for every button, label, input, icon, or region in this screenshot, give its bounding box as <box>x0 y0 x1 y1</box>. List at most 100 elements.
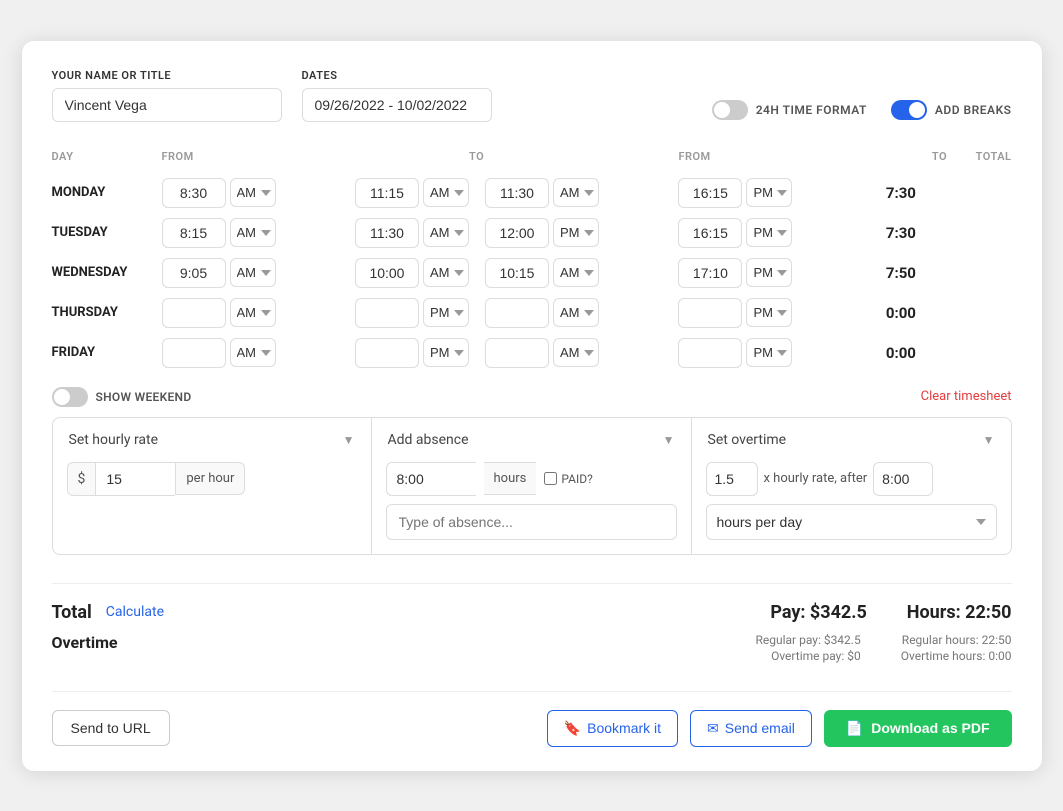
to1-ampm-select[interactable]: AM PM <box>423 298 469 327</box>
table-row: THURSDAY AM PM AM PM <box>52 293 1012 333</box>
from1-ampm-select[interactable]: AM PM <box>230 338 276 367</box>
per-hour-label: per hour <box>175 462 245 495</box>
show-weekend-toggle[interactable]: SHOW WEEKEND <box>52 387 192 407</box>
dates-field-group: DATES <box>302 69 492 122</box>
dates-input[interactable] <box>302 88 492 122</box>
from1-time-input[interactable] <box>162 258 226 288</box>
to1-ampm-select[interactable]: AM PM <box>423 338 469 367</box>
table-row: FRIDAY AM PM AM PM <box>52 333 1012 373</box>
day-name: WEDNESDAY <box>52 253 162 293</box>
toggle-24h-switch[interactable] <box>712 100 748 120</box>
table-row: MONDAY AM PM AM PM <box>52 173 1012 213</box>
totals-main-row: Total Calculate Pay: $342.5 Hours: 22:50 <box>52 602 1012 623</box>
rate-input[interactable] <box>95 462 175 496</box>
from1-ampm-select[interactable]: AM PM <box>230 298 276 327</box>
show-weekend-switch[interactable] <box>52 387 88 407</box>
show-weekend-label: SHOW WEEKEND <box>96 390 192 404</box>
overtime-content: x hourly rate, after hours per day hours… <box>692 462 1011 554</box>
bookmark-label: Bookmark it <box>587 720 661 736</box>
paid-checkbox-label[interactable]: PAID? <box>544 472 592 486</box>
overtime-pay-text: Overtime pay: $0 <box>771 649 861 663</box>
pdf-label: Download as PDF <box>871 720 989 736</box>
toggle-breaks-item: ADD BREAKS <box>891 100 1012 120</box>
hours-total: Hours: 22:50 <box>907 602 1012 623</box>
hourly-rate-row: $ per hour <box>67 462 357 496</box>
from1-time-input[interactable] <box>162 178 226 208</box>
from1-ampm-select[interactable]: AM PM <box>230 178 276 207</box>
overtime-row: x hourly rate, after <box>706 462 997 496</box>
to2-ampm-select[interactable]: AM PM <box>746 258 792 287</box>
to1-ampm-select[interactable]: AM PM <box>423 218 469 247</box>
from2-time-input[interactable] <box>485 338 549 368</box>
to2-ampm-select[interactable]: AM PM <box>746 298 792 327</box>
name-input[interactable] <box>52 88 282 122</box>
from2-ampm-select[interactable]: AM PM <box>553 338 599 367</box>
from2-time-input[interactable] <box>485 218 549 248</box>
footer-right: 🔖 Bookmark it ✉ Send email 📄 Download as… <box>547 710 1012 747</box>
to2-time-input[interactable] <box>678 338 742 368</box>
overtime-time-input[interactable] <box>873 462 933 496</box>
day-name: TUESDAY <box>52 213 162 253</box>
pay-total: Pay: $342.5 <box>770 602 866 623</box>
from2-time-input[interactable] <box>485 298 549 328</box>
to1-ampm-select[interactable]: AM PM <box>423 258 469 287</box>
send-url-button[interactable]: Send to URL <box>52 710 170 746</box>
currency-symbol: $ <box>67 462 96 496</box>
from2-ampm-select[interactable]: AM PM <box>553 298 599 327</box>
absence-type-input[interactable] <box>386 504 677 540</box>
to2-time-input[interactable] <box>678 298 742 328</box>
hourly-rate-header[interactable]: Set hourly rate ▼ <box>53 418 371 462</box>
send-email-button[interactable]: ✉ Send email <box>690 710 812 747</box>
email-label: Send email <box>725 720 795 736</box>
bookmark-icon: 🔖 <box>564 720 581 737</box>
from1-time-input[interactable] <box>162 218 226 248</box>
absence-hours-input[interactable] <box>386 462 476 496</box>
to2-ampm-select[interactable]: AM PM <box>746 338 792 367</box>
overtime-section: Set overtime ▼ x hourly rate, after hour… <box>692 417 1012 555</box>
overtime-header[interactable]: Set overtime ▼ <box>692 418 1011 462</box>
overtime-type-select[interactable]: hours per day hours per week <box>706 504 997 540</box>
from2-time-input[interactable] <box>485 178 549 208</box>
to1-time-input[interactable] <box>355 178 419 208</box>
toggle-breaks-knob <box>909 102 925 118</box>
from2-ampm-select[interactable]: AM PM <box>553 258 599 287</box>
footer-row: Send to URL 🔖 Bookmark it ✉ Send email 📄… <box>52 691 1012 747</box>
col-from2: FROM <box>678 150 915 173</box>
to1-ampm-select[interactable]: AM PM <box>423 178 469 207</box>
to1-time-input[interactable] <box>355 218 419 248</box>
from2-time-input[interactable] <box>485 258 549 288</box>
to2-ampm-select[interactable]: AM PM <box>746 218 792 247</box>
overtime-details: Regular pay: $342.5 Overtime pay: $0 Reg… <box>755 633 1011 663</box>
to2-time-input[interactable] <box>678 218 742 248</box>
clear-timesheet-link[interactable]: Clear timesheet <box>921 389 1012 404</box>
overtime-label: Set overtime <box>708 432 787 448</box>
to1-time-input[interactable] <box>355 298 419 328</box>
overtime-multiplier-input[interactable] <box>706 462 758 496</box>
from1-ampm-select[interactable]: AM PM <box>230 258 276 287</box>
calculate-link[interactable]: Calculate <box>106 604 164 620</box>
from1-ampm-select[interactable]: AM PM <box>230 218 276 247</box>
from2-ampm-select[interactable]: AM PM <box>553 178 599 207</box>
bookmark-button[interactable]: 🔖 Bookmark it <box>547 710 678 747</box>
col-from1: FROM <box>162 150 355 173</box>
download-pdf-button[interactable]: 📄 Download as PDF <box>824 710 1012 747</box>
toggle-24h-label: 24H TIME FORMAT <box>756 103 867 117</box>
toggles-group: 24H TIME FORMAT ADD BREAKS <box>712 100 1012 122</box>
to2-time-input[interactable] <box>678 258 742 288</box>
from1-time-input[interactable] <box>162 338 226 368</box>
email-icon: ✉ <box>707 720 719 737</box>
to1-time-input[interactable] <box>355 338 419 368</box>
from1-time-input[interactable] <box>162 298 226 328</box>
absence-content: hours PAID? <box>372 462 691 554</box>
absence-header[interactable]: Add absence ▼ <box>372 418 691 462</box>
paid-label: PAID? <box>561 472 592 486</box>
paid-checkbox[interactable] <box>544 472 557 485</box>
toggle-breaks-switch[interactable] <box>891 100 927 120</box>
day-name: THURSDAY <box>52 293 162 333</box>
from2-ampm-select[interactable]: AM PM <box>553 218 599 247</box>
total-left: Total Calculate <box>52 602 165 623</box>
to2-time-input[interactable] <box>678 178 742 208</box>
to1-time-input[interactable] <box>355 258 419 288</box>
to2-ampm-select[interactable]: AM PM <box>746 178 792 207</box>
col-total: TOTAL <box>956 150 1012 173</box>
